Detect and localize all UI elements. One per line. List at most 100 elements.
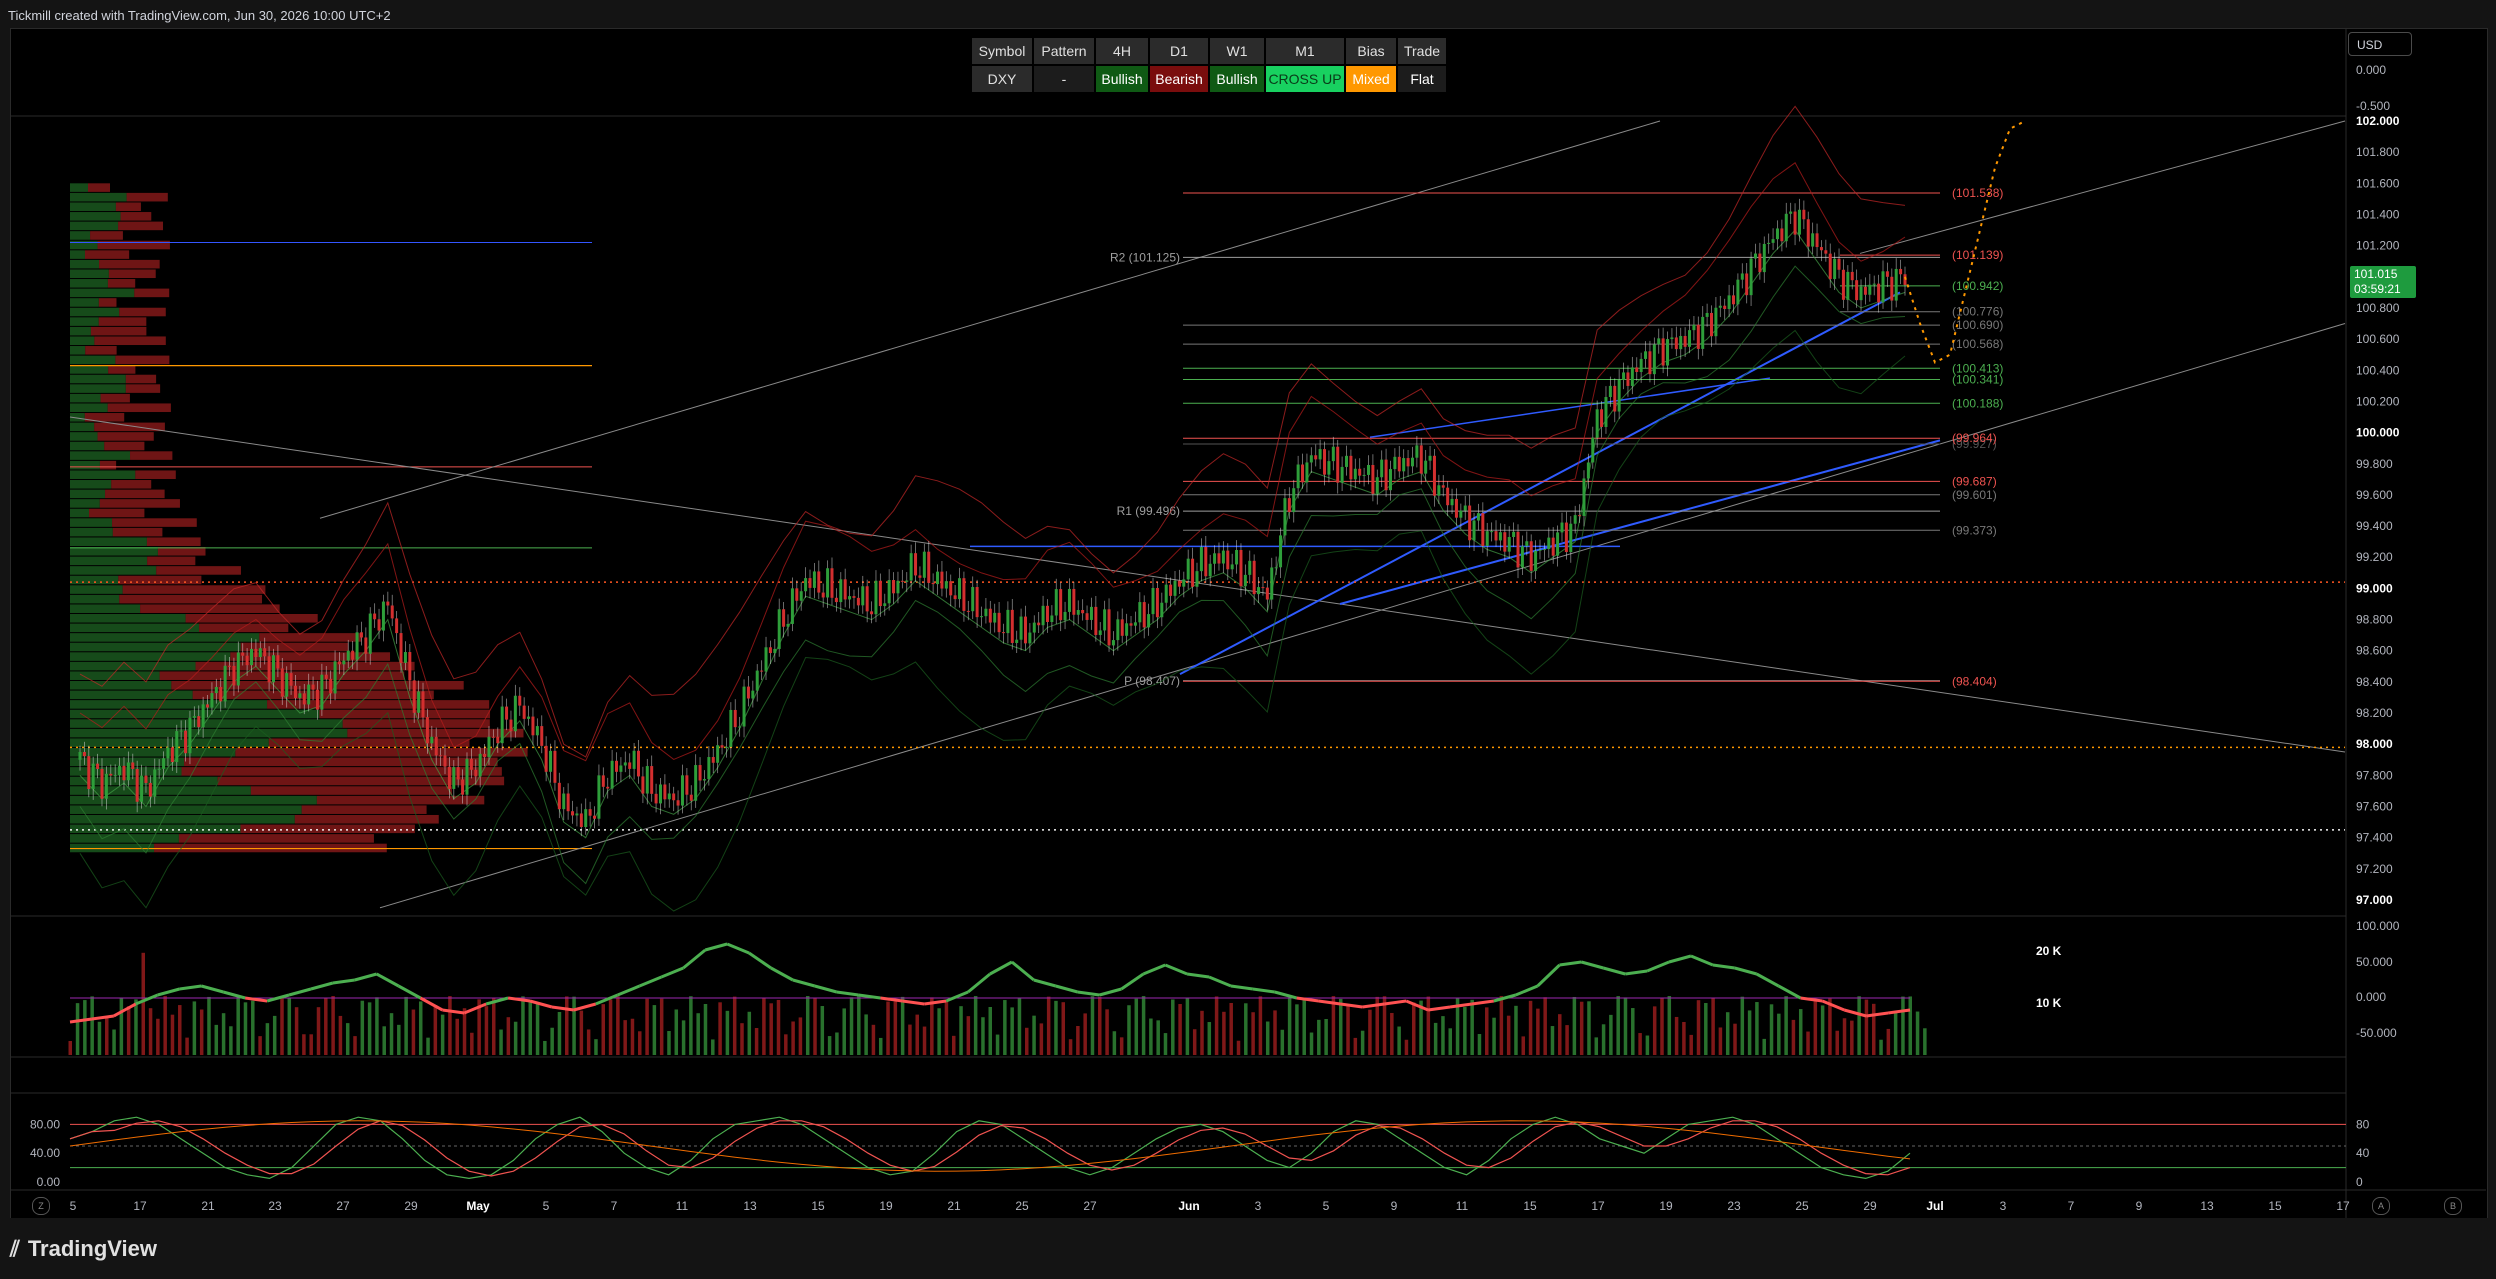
volume-bar: [207, 996, 211, 1055]
candle-body: [228, 665, 232, 667]
volume-profile-bar: [70, 728, 348, 738]
candle-body: [553, 750, 557, 783]
candle-body: [1173, 580, 1177, 596]
candle-body: [1111, 640, 1115, 646]
volume-bar: [1244, 1003, 1248, 1055]
candle-body: [1309, 455, 1313, 463]
volume-profile-bar: [70, 499, 100, 508]
volume-bar: [1879, 1039, 1883, 1055]
currency-selector[interactable]: USD: [2348, 32, 2412, 56]
candle-body: [1630, 367, 1634, 386]
candle-body: [663, 784, 667, 800]
candle-body: [544, 745, 548, 772]
candle-body: [707, 757, 711, 780]
volume-profile-bar: [301, 805, 427, 814]
time-axis-tick: 9: [2136, 1199, 2143, 1213]
volume-profile-bar: [108, 269, 156, 279]
status-header-pattern: Pattern: [1034, 38, 1094, 64]
candle-body: [834, 597, 838, 603]
status-header-symbol: Symbol: [972, 38, 1032, 64]
band-lower-outer: [79, 329, 1906, 912]
candle-body: [1573, 515, 1577, 524]
osc-axis-right: 50.000: [2356, 955, 2393, 969]
candle-body: [522, 705, 526, 719]
volume-profile-bar: [70, 690, 193, 700]
status-table: Symbol Pattern 4H D1 W1 M1 Bias Trade DXY - Bulli…: [970, 36, 1448, 94]
volume-bar: [1105, 1009, 1109, 1055]
candle-body: [1538, 549, 1542, 551]
osc-line-segment: [157, 987, 180, 997]
candle-body: [1714, 307, 1718, 337]
zoom-reset-button[interactable]: Z: [32, 1197, 50, 1215]
volume-profile-bar: [199, 623, 289, 633]
volume-profile-bar: [250, 786, 453, 795]
candle-body: [474, 769, 478, 777]
candle-body: [1613, 385, 1617, 412]
candle-body: [610, 760, 614, 789]
candle-body: [1230, 564, 1234, 570]
osc-line-segment: [1405, 999, 1429, 1012]
auto-scale-button[interactable]: A: [2372, 1197, 2390, 1215]
candle-body: [122, 765, 126, 781]
candle-body: [650, 766, 654, 794]
chart-canvas[interactable]: (101.538) R2 (101.125) (101.139) (100.942) (…: [0, 0, 2496, 1218]
candle-body: [346, 650, 350, 661]
candle-body: [716, 745, 720, 763]
price-axis-tick: 97.200: [2356, 862, 2393, 876]
candle-body: [1120, 619, 1124, 636]
volume-bar: [754, 1028, 759, 1055]
volume-profile-bar: [70, 384, 126, 393]
candle-body: [465, 758, 469, 795]
volume-bar: [148, 1008, 153, 1055]
candle-body: [1397, 456, 1401, 472]
volume-bar: [141, 952, 146, 1055]
candle-body: [1727, 295, 1731, 310]
level-label: (101.139): [1952, 248, 2003, 262]
candle-body: [1512, 531, 1516, 538]
osc-line-segment: [836, 990, 859, 997]
candle-body: [1806, 219, 1810, 247]
candle-body: [1147, 614, 1151, 628]
volume-bar: [126, 1006, 131, 1055]
candle-body: [1604, 397, 1608, 427]
time-axis-tick: 23: [1727, 1199, 1741, 1213]
volume-profile-bar: [70, 441, 105, 451]
volume-bar: [1915, 1011, 1920, 1055]
osc-line-segment: [1010, 960, 1035, 982]
candle-body: [518, 695, 522, 706]
volume-bar: [1579, 1001, 1584, 1055]
volume-bar: [1061, 1002, 1066, 1055]
volume-bar: [1207, 1022, 1212, 1055]
candle-body: [601, 775, 605, 787]
volume-profile-bar: [90, 231, 123, 240]
scale-mode-button[interactable]: B: [2444, 1197, 2462, 1215]
volume-bar: [1295, 1004, 1299, 1055]
volume-bar: [616, 996, 620, 1055]
volume-profile-bar: [85, 346, 117, 355]
volume-profile-bar: [99, 460, 117, 470]
candle-body: [1164, 584, 1168, 603]
candle-body: [606, 786, 610, 789]
volume-bar: [981, 1017, 985, 1055]
candle-body: [1701, 316, 1705, 349]
candle-body: [1815, 233, 1819, 248]
candle-body: [1753, 253, 1757, 259]
volume-bar: [1689, 1034, 1693, 1055]
candle-body: [773, 648, 777, 654]
volume-profile-bar: [90, 326, 147, 336]
volume-bar: [1725, 1012, 1730, 1055]
volume-bar: [1718, 1027, 1723, 1055]
volume-profile-bar: [268, 738, 470, 747]
volume-bar: [1098, 996, 1102, 1055]
volume-profile-bar: [125, 384, 161, 393]
time-axis-tick: Jul: [1926, 1199, 1943, 1213]
candle-body: [1507, 537, 1511, 552]
tradingview-logo[interactable]: ⫽ TradingView: [10, 1236, 157, 1262]
osc-axis-left: 10 K: [2036, 996, 2062, 1010]
osc-line-segment: [529, 999, 553, 1009]
candle-body: [540, 726, 544, 746]
volume-profile-bar: [112, 527, 163, 537]
candle-body: [1437, 485, 1441, 496]
status-cell-m1: CROSS UP: [1266, 66, 1344, 92]
candle-body: [118, 765, 122, 776]
